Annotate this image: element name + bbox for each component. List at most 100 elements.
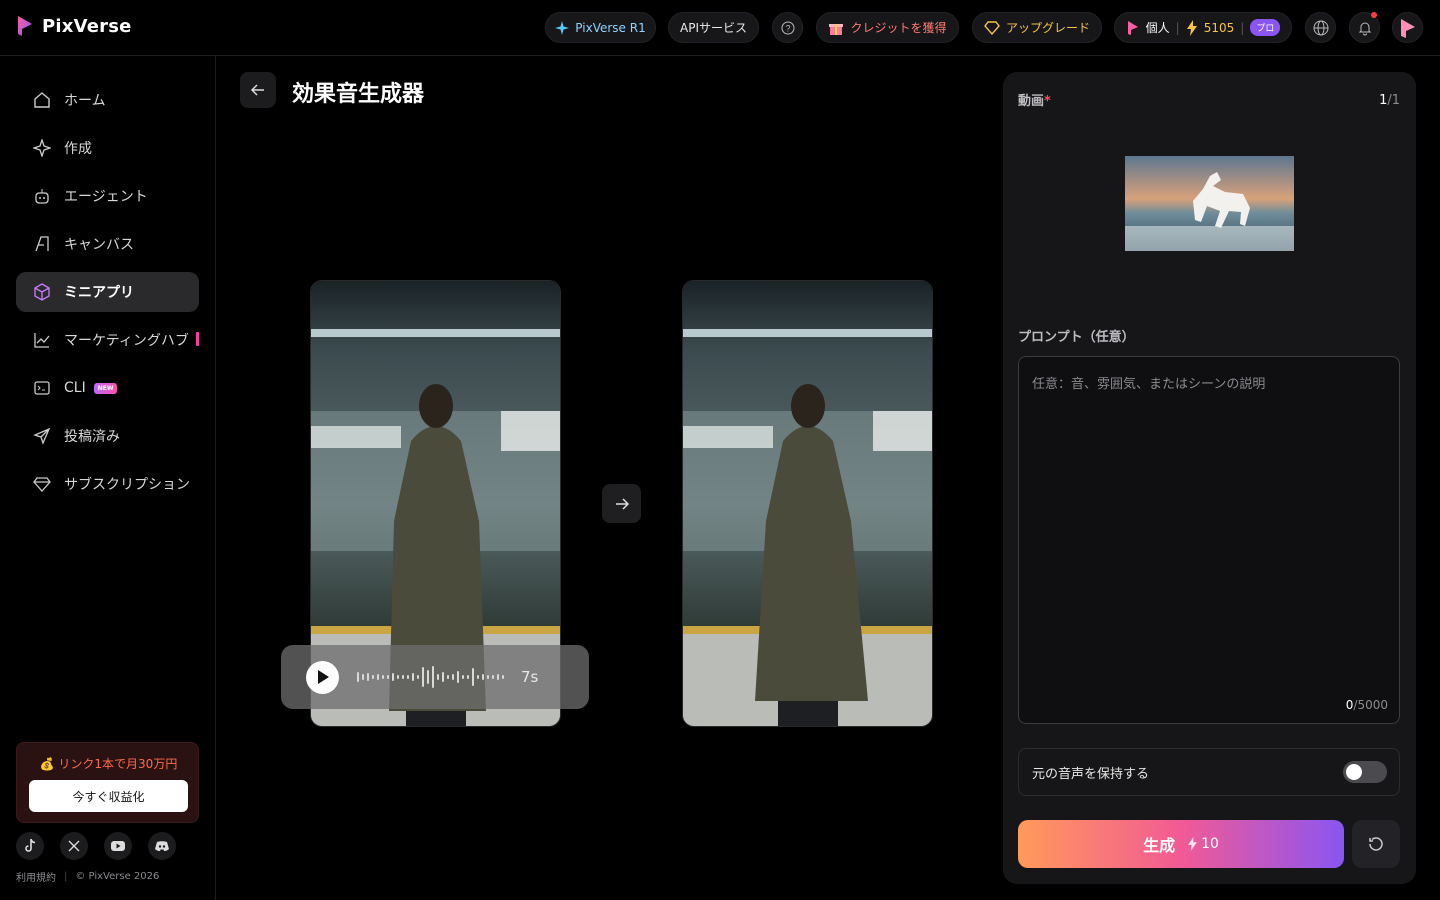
sparkle-icon (32, 138, 52, 158)
terminal-icon (32, 378, 52, 398)
keep-audio-label: 元の音声を保持する (1032, 766, 1150, 782)
youtube-link[interactable] (104, 832, 132, 860)
sidebar-item-marketing-hub[interactable]: マーケティングハブ (16, 320, 199, 360)
discord-link[interactable] (148, 832, 176, 860)
sidebar-item-label: 投稿済み (64, 429, 120, 445)
tiktok-icon (25, 839, 36, 852)
gift-icon (829, 23, 844, 35)
sidebar-item-label: CLI (64, 380, 86, 396)
after-video-preview (682, 280, 933, 727)
page-title: 効果音生成器 (292, 82, 425, 107)
account-credits-pill[interactable]: 個人 | 5105 | プロ (1114, 12, 1292, 43)
footer-divider: | (64, 871, 68, 882)
credit-count: 5105 (1203, 20, 1235, 35)
diamond-icon (984, 20, 1000, 35)
prompt-label: プロンプト（任意） (1018, 330, 1135, 345)
sidebar-item-label: ホーム (64, 93, 106, 109)
sidebar-footer: 利用規約 | © PixVerse 2026 (16, 869, 159, 884)
uploaded-video-thumbnail[interactable] (1125, 156, 1294, 251)
prompt-placeholder: 任意：音、雰囲気、またはシーンの説明 (1032, 377, 1266, 392)
sidebar-item-label: サブスクリプション (64, 477, 190, 493)
sidebar-item-subscription[interactable]: サブスクリプション (16, 464, 199, 504)
terms-link[interactable]: 利用規約 (16, 869, 56, 884)
generate-label: 生成 (1143, 836, 1176, 855)
settings-panel: 動画* 1/1 プロンプト（任意） 任意：音、雰囲気、またはシーンの説明 0/5… (1003, 72, 1416, 884)
question-icon: ? (781, 21, 794, 34)
youtube-icon (111, 841, 125, 851)
sidebar-item-label: マーケティングハブ (64, 333, 189, 349)
main-area: 効果音生成器 7s (217, 56, 1003, 900)
pixverse-logo-icon (18, 16, 32, 36)
logo[interactable]: PixVerse (16, 15, 132, 37)
x-link[interactable] (60, 832, 88, 860)
diamond-icon (32, 474, 52, 494)
canvas-icon (32, 234, 52, 254)
sidebar-item-agent[interactable]: エージェント (16, 176, 199, 216)
sidebar-item-label: キャンバス (64, 237, 134, 253)
get-credits-button[interactable]: クレジットを獲得 (816, 12, 959, 43)
brand-name: PixVerse (42, 15, 132, 37)
audio-waveform (357, 665, 504, 689)
sidebar-item-create[interactable]: 作成 (16, 128, 199, 168)
prompt-counter: 0/5000 (1346, 698, 1388, 712)
x-icon (68, 840, 80, 852)
play-button[interactable] (306, 660, 339, 694)
sidebar-item-published[interactable]: 投稿済み (16, 416, 199, 456)
send-icon (32, 426, 52, 446)
required-mark: * (1044, 94, 1051, 109)
pixverse-mark-icon (1127, 20, 1138, 35)
audio-player: 7s (281, 645, 589, 709)
bell-icon (1358, 22, 1371, 35)
compare-arrow (602, 484, 641, 523)
r1-label: PixVerse R1 (575, 20, 646, 35)
api-label: APIサービス (680, 21, 747, 35)
keep-audio-row: 元の音声を保持する (1018, 748, 1400, 796)
notifications-button[interactable] (1349, 12, 1380, 43)
globe-icon (1313, 20, 1328, 35)
cost-value: 10 (1201, 836, 1219, 852)
sidebar-item-label: エージェント (64, 189, 148, 205)
avatar[interactable] (1392, 12, 1423, 43)
help-button[interactable]: ? (772, 12, 803, 43)
prompt-input[interactable]: 任意：音、雰囲気、またはシーンの説明 0/5000 (1018, 356, 1400, 724)
toggle-knob (1346, 764, 1362, 780)
sidebar-item-cli[interactable]: CLI NEW (16, 368, 199, 408)
arrow-left-icon (250, 84, 264, 96)
top-bar: PixVerse PixVerse R1 APIサービス ? クレジットを獲得 … (0, 0, 1440, 56)
generate-button[interactable]: 生成 10 (1018, 820, 1344, 868)
video-count-total: /1 (1387, 93, 1400, 108)
upgrade-button[interactable]: アップグレード (972, 12, 1102, 43)
credits-label: クレジットを獲得 (850, 21, 947, 35)
divider: | (1240, 20, 1245, 35)
sidebar-item-label: 作成 (64, 141, 92, 157)
upgrade-label: アップグレード (1005, 21, 1090, 35)
tiktok-link[interactable] (16, 832, 44, 860)
refresh-icon (1369, 837, 1383, 851)
sidebar-item-label: ミニアプリ (64, 285, 134, 301)
sidebar-item-mini-apps[interactable]: ミニアプリ (16, 272, 199, 312)
monetize-promo: 💰 リンク1本で月30万円 今すぐ収益化 (16, 742, 199, 823)
subway-man-image (683, 281, 932, 726)
discord-icon (155, 840, 169, 851)
audio-duration: 7s (521, 668, 539, 686)
marketing-indicator (196, 332, 199, 346)
play-icon (317, 670, 329, 684)
notification-dot (1371, 12, 1377, 18)
reset-button[interactable] (1352, 820, 1400, 868)
language-button[interactable] (1305, 12, 1336, 43)
monetize-button[interactable]: 今すぐ収益化 (29, 780, 188, 812)
video-label: 動画* (1018, 90, 1051, 109)
sparkle-icon (555, 20, 570, 35)
sidebar-item-home[interactable]: ホーム (16, 80, 199, 120)
generate-cost: 10 (1187, 836, 1219, 852)
pixverse-r1-button[interactable]: PixVerse R1 (545, 12, 656, 43)
plan-badge: プロ (1250, 19, 1281, 36)
keep-audio-toggle[interactable] (1343, 761, 1387, 783)
api-service-button[interactable]: APIサービス (668, 12, 759, 43)
copyright: © PixVerse 2026 (75, 871, 160, 882)
sidebar-item-canvas[interactable]: キャンバス (16, 224, 199, 264)
svg-text:?: ? (785, 23, 790, 33)
new-badge: NEW (93, 382, 118, 394)
sidebar: ホーム 作成 エージェント キャンバス ミニアプリ マーケティングハブ CLI … (0, 56, 216, 900)
back-button[interactable] (240, 72, 276, 108)
